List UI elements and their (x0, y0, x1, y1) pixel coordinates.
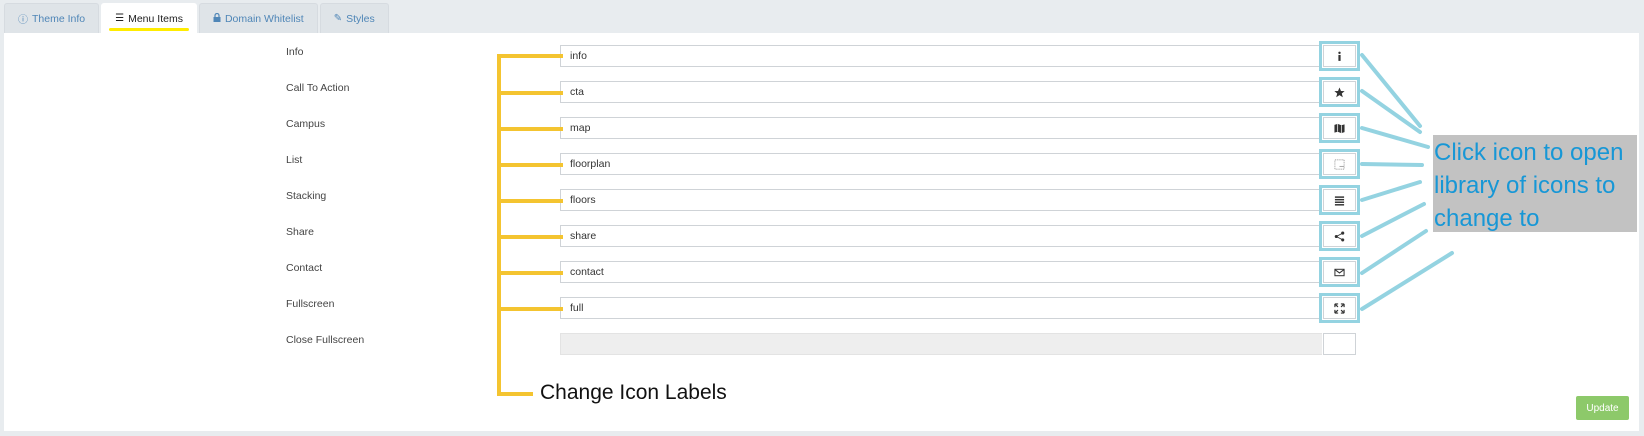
icon-callout-lines (1360, 53, 1454, 311)
update-button[interactable]: Update (1576, 396, 1629, 420)
change-icons-callout: Click icon to open library of icons to c… (1434, 139, 1624, 232)
